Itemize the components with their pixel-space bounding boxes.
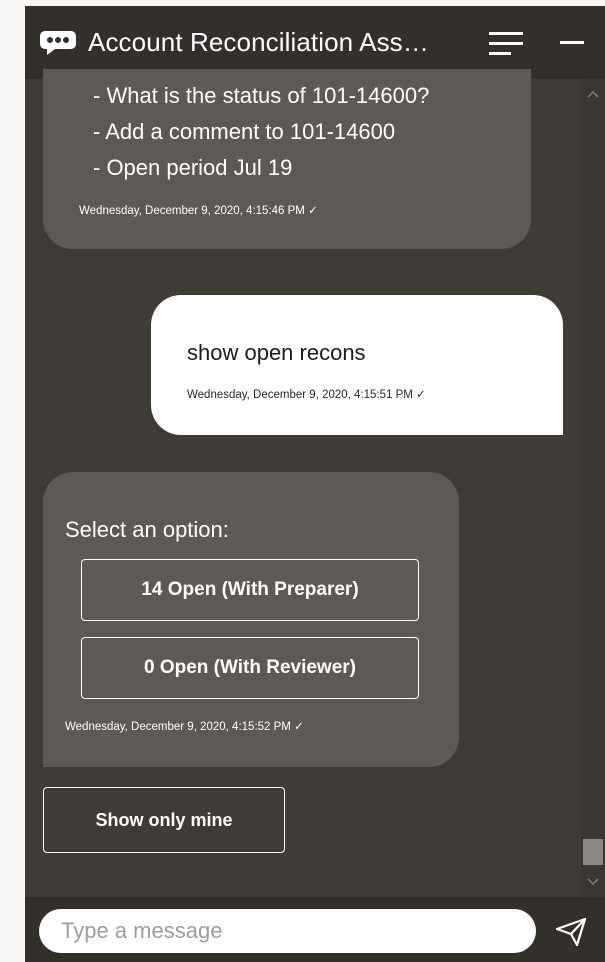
bot-message: - What is the status of 101-14600? - Add… [43, 69, 531, 249]
user-message: show open recons Wednesday, December 9, … [151, 295, 563, 435]
message-timestamp: Wednesday, December 9, 2020, 4:15:52 PM … [65, 721, 304, 733]
scroll-down-icon[interactable] [586, 875, 600, 889]
scroll-up-icon[interactable] [586, 87, 600, 101]
show-only-mine-button[interactable]: Show only mine [43, 787, 285, 853]
option-prompt: Select an option: [65, 517, 229, 542]
message-list: - What is the status of 101-14600? - Add… [25, 69, 581, 897]
message-timestamp: Wednesday, December 9, 2020, 4:15:46 PM … [79, 205, 318, 217]
send-icon[interactable] [555, 917, 587, 947]
option-button-open-with-preparer[interactable]: 14 Open (With Preparer) [81, 559, 419, 621]
user-message-text: show open recons [187, 340, 366, 365]
chat-title: Account Reconciliation Ass… [88, 27, 429, 57]
bot-message-line: - Open period Jul 19 [93, 155, 293, 180]
message-input[interactable] [39, 909, 536, 953]
scrollbar-thumb[interactable] [583, 839, 603, 865]
scrollbar[interactable] [581, 79, 605, 897]
bot-message-line: - What is the status of 101-14600? [93, 83, 430, 108]
chat-footer [25, 897, 605, 962]
chat-widget: Account Reconciliation Ass… - What is th… [25, 6, 605, 962]
bot-message: Select an option: 14 Open (With Preparer… [43, 472, 459, 767]
menu-icon[interactable] [489, 31, 523, 57]
message-timestamp: Wednesday, December 9, 2020, 4:15:51 PM … [187, 389, 426, 401]
bot-message-line: - Add a comment to 101-14600 [93, 119, 396, 144]
option-button-open-with-reviewer[interactable]: 0 Open (With Reviewer) [81, 637, 419, 699]
minimize-icon[interactable] [559, 30, 585, 56]
chat-icon [40, 31, 76, 55]
